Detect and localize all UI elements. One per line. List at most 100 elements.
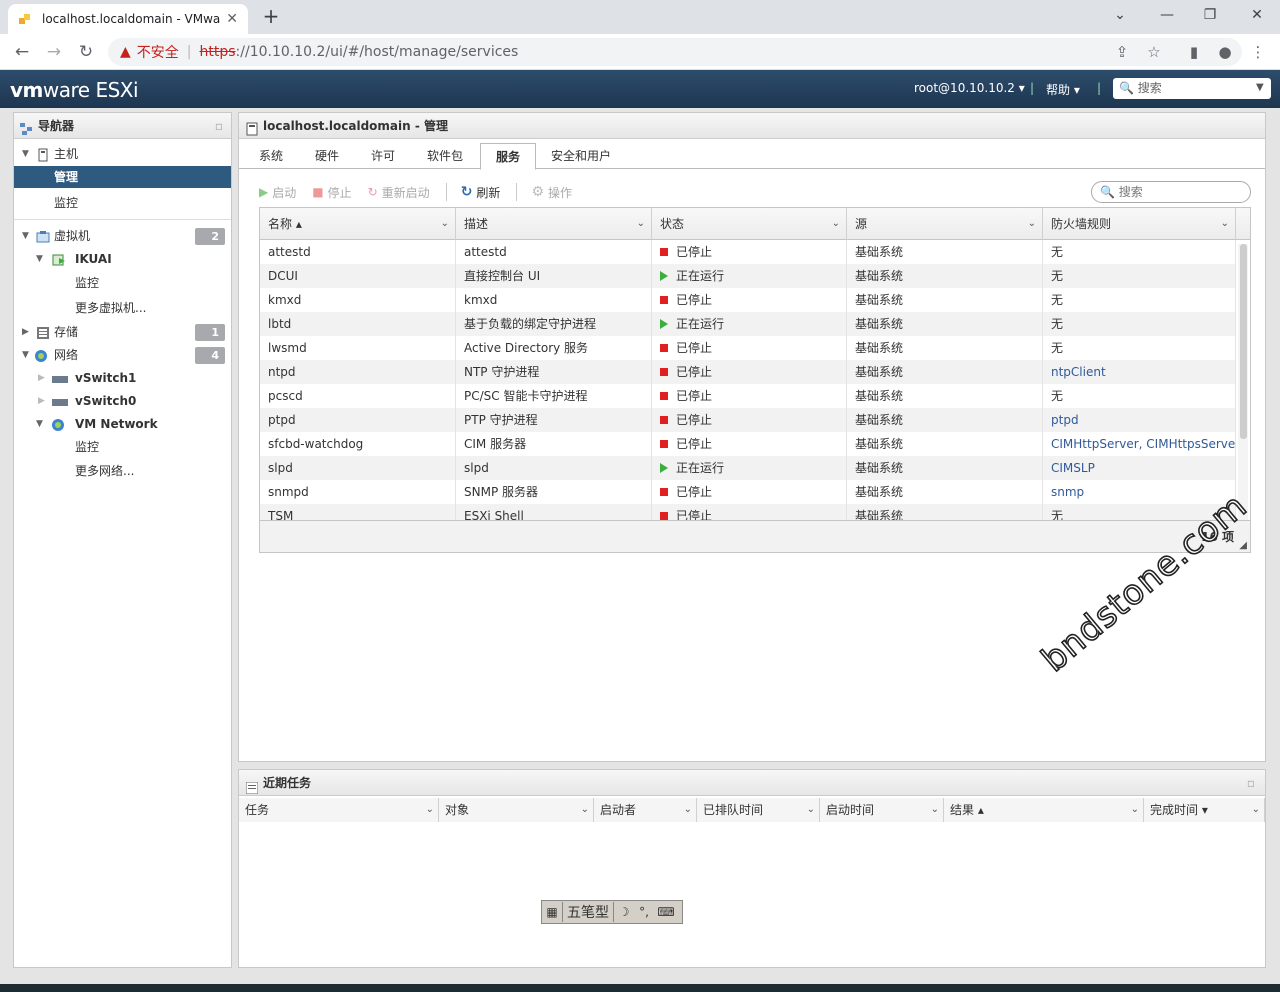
nav-vswitch0[interactable]: ▶ vSwitch0 <box>14 390 231 412</box>
nav-vswitch1[interactable]: ▶ vSwitch1 <box>14 367 231 389</box>
user-menu[interactable]: root@10.10.10.2 ▾ <box>914 81 1025 95</box>
ime-halfwidth-icon[interactable]: ☽ <box>614 905 634 919</box>
tab-security-users[interactable]: 安全和用户 <box>544 143 618 169</box>
service-fw-cell[interactable]: CIMHttpServer, CIMHttpsServer <box>1043 432 1236 456</box>
new-tab-button[interactable]: + <box>258 4 284 30</box>
nav-more-networks[interactable]: 更多网络... <box>14 460 231 482</box>
restore-icon[interactable]: ❐ <box>1190 4 1230 28</box>
service-row[interactable]: slpd slpd 正在运行 基础系统 CIMSLP <box>260 456 1236 480</box>
service-desc-cell: Active Directory 服务 <box>456 336 652 360</box>
expand-arrow-icon[interactable]: ▼ <box>22 143 29 165</box>
stopped-status-icon <box>660 415 668 424</box>
service-row[interactable]: DCUI 直接控制台 UI 正在运行 基础系统无 <box>260 264 1236 288</box>
manage-panel-title: localhost.localdomain - 管理 <box>239 113 1265 139</box>
service-fw-cell[interactable]: snmp <box>1043 480 1236 504</box>
nav-storage[interactable]: ▶ 存储 1 <box>14 321 231 343</box>
service-row[interactable]: ptpd PTP 守护进程 已停止 基础系统 ptpd <box>260 408 1236 432</box>
nav-vm-ikuai[interactable]: ▼ IKUAI <box>14 248 231 270</box>
expand-arrow-icon[interactable]: ▼ <box>36 248 43 270</box>
col-desc-header[interactable]: 描述 ⌄ <box>456 208 652 240</box>
service-row[interactable]: sfcbd-watchdog CIM 服务器 已停止 基础系统 CIMHttpServe… <box>260 432 1236 456</box>
col-firewall-header[interactable]: 防火墙规则 ⌄ <box>1043 208 1236 240</box>
service-row[interactable]: lbtd 基于负载的绑定守护进程 正在运行 基础系统无 <box>260 312 1236 336</box>
expand-arrow-icon[interactable]: ▼ <box>22 344 29 366</box>
help-menu[interactable]: 帮助 ▾ <box>1046 81 1080 98</box>
start-button[interactable]: ▶ 启动 <box>259 184 296 201</box>
service-fw-cell[interactable]: CIMSLP <box>1043 456 1236 480</box>
browser-tab[interactable]: localhost.localdomain - VMwa ✕ <box>8 4 248 34</box>
ime-punct-icon[interactable]: °, <box>634 905 654 919</box>
nav-network[interactable]: ▼ 网络 4 <box>14 344 231 366</box>
sidebar-icon[interactable]: ▮ <box>1184 42 1204 62</box>
service-desc-cell: CIM 服务器 <box>456 432 652 456</box>
service-row[interactable]: snmpd SNMP 服务器 已停止 基础系统 snmp <box>260 480 1236 504</box>
column-menu-icon: ⌄ <box>1130 804 1139 815</box>
resize-handle-icon[interactable]: ◢ <box>1239 530 1247 562</box>
tab-licensing[interactable]: 许可 <box>361 143 405 169</box>
task-col-queued[interactable]: 已排队时间 ⌄ <box>697 798 820 822</box>
task-col-target[interactable]: 对象 ⌄ <box>439 798 594 822</box>
storage-count-badge: 1 <box>195 324 225 341</box>
nav-vm-monitor[interactable]: 监控 <box>14 272 231 294</box>
service-row[interactable]: kmxd kmxd 已停止 基础系统无 <box>260 288 1236 312</box>
tab-search-icon[interactable]: ⌄ <box>1100 4 1140 28</box>
menu-icon[interactable]: ⋮ <box>1248 42 1268 62</box>
expand-arrow-icon[interactable]: ▼ <box>36 413 43 435</box>
collapse-arrow-icon[interactable]: ▶ <box>38 390 45 412</box>
esxi-header <box>0 70 1280 108</box>
tab-system[interactable]: 系统 <box>249 143 293 169</box>
profile-icon[interactable]: ● <box>1215 42 1235 62</box>
services-search-input[interactable]: 🔍 搜索 <box>1091 181 1251 203</box>
collapse-arrow-icon[interactable]: ▶ <box>38 367 45 389</box>
tab-packages[interactable]: 软件包 <box>415 143 475 169</box>
search-dropdown-icon[interactable]: ▼ <box>1256 82 1264 93</box>
task-col-started[interactable]: 启动时间 ⌄ <box>820 798 944 822</box>
service-row[interactable]: ntpd NTP 守护进程 已停止 基础系统 ntpClient <box>260 360 1236 384</box>
ime-toolbar[interactable]: ▦ 五笔型 ☽ °, ⌨ <box>541 900 683 924</box>
share-icon[interactable]: ⇪ <box>1112 42 1132 62</box>
service-fw-cell[interactable]: ntpClient <box>1043 360 1236 384</box>
nav-host[interactable]: ▼ 主机 <box>14 143 231 165</box>
actions-button[interactable]: ⚙ 操作 <box>531 184 572 201</box>
nav-host-monitor[interactable]: 监控 <box>14 192 231 214</box>
tab-close-icon[interactable]: ✕ <box>226 11 238 27</box>
forward-icon[interactable]: → <box>42 40 66 64</box>
nav-vm-network[interactable]: ▼ VM Network <box>14 413 231 435</box>
col-source-header[interactable]: 源 ⌄ <box>847 208 1043 240</box>
service-row[interactable]: pcscd PC/SC 智能卡守护进程 已停止 基础系统无 <box>260 384 1236 408</box>
collapse-panel-icon[interactable]: ▫ <box>1247 770 1255 796</box>
tab-hardware[interactable]: 硬件 <box>305 143 349 169</box>
service-fw-cell[interactable]: ptpd <box>1043 408 1236 432</box>
gear-icon: ⚙ <box>531 184 544 200</box>
col-name-header[interactable]: 名称 ▴ ⌄ <box>260 208 456 240</box>
bookmark-star-icon[interactable]: ☆ <box>1144 42 1164 62</box>
tab-services[interactable]: 服务 <box>480 143 536 170</box>
ime-keyboard-icon[interactable]: ⌨ <box>654 905 678 919</box>
url-field[interactable]: ▲ 不安全 | https ://10.10.10.2/ui/#/host/ma… <box>108 38 1242 66</box>
service-row[interactable]: lwsmd Active Directory 服务 已停止 基础系统无 <box>260 336 1236 360</box>
expand-arrow-icon[interactable]: ▼ <box>22 225 29 247</box>
global-search-input[interactable]: 🔍 搜索 <box>1113 78 1271 99</box>
restart-button[interactable]: ↻ 重新启动 <box>368 184 430 201</box>
task-col-task[interactable]: 任务 ⌄ <box>239 798 439 822</box>
col-status-header[interactable]: 状态 ⌄ <box>652 208 847 240</box>
grid-scrollbar-thumb[interactable] <box>1240 244 1247 439</box>
nav-vms[interactable]: ▼ 虚拟机 2 <box>14 225 231 247</box>
reload-icon[interactable]: ↻ <box>74 40 98 64</box>
back-icon[interactable]: ← <box>10 40 34 64</box>
service-row[interactable]: TSM ESXi Shell 已停止 基础系统无 <box>260 504 1236 520</box>
service-row[interactable]: attestd attestd 已停止 基础系统无 <box>260 240 1236 264</box>
nav-network-monitor[interactable]: 监控 <box>14 436 231 458</box>
nav-host-manage[interactable]: 管理 <box>14 166 231 188</box>
task-col-result[interactable]: 结果 ▴ ⌄ <box>944 798 1144 822</box>
task-col-initiator[interactable]: 启动者 ⌄ <box>594 798 697 822</box>
minimize-icon[interactable]: — <box>1147 4 1187 28</box>
close-window-icon[interactable]: ✕ <box>1237 4 1277 28</box>
nav-more-vms[interactable]: 更多虚拟机... <box>14 297 231 319</box>
collapse-arrow-icon[interactable]: ▶ <box>22 321 29 343</box>
task-col-completed[interactable]: 完成时间 ▾ ⌄ <box>1144 798 1265 822</box>
stop-button[interactable]: ■ 停止 <box>312 184 351 201</box>
refresh-button[interactable]: ↻ 刷新 <box>461 184 501 201</box>
collapse-panel-icon[interactable]: ▫ <box>215 113 223 139</box>
toolbar-divider <box>516 183 518 201</box>
